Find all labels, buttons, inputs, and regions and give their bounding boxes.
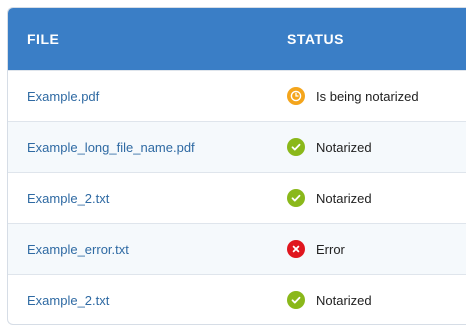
table-row: Example_error.txt Error [8,223,466,274]
file-link[interactable]: Example.pdf [27,89,99,104]
table-row: Example_long_file_name.pdf Notarized [8,121,466,172]
error-icon [287,240,305,258]
status-text: Error [316,241,345,257]
status-text: Notarized [316,292,372,308]
files-table: FILE STATUS Example.pdf Is being notariz… [7,7,466,325]
status-column-header[interactable]: STATUS [268,31,466,47]
status-text: Notarized [316,190,372,206]
file-link[interactable]: Example_long_file_name.pdf [27,140,195,155]
clock-icon [287,87,305,105]
table-row: Example_2.txt Notarized [8,274,466,324]
table-row: Example_2.txt Notarized [8,172,466,223]
check-icon [287,138,305,156]
check-icon [287,291,305,309]
check-icon [287,189,305,207]
table-header: FILE STATUS [8,8,466,70]
table-row: Example.pdf Is being notarized [8,70,466,121]
file-column-header[interactable]: FILE [8,31,268,47]
status-text: Notarized [316,139,372,155]
file-link[interactable]: Example_2.txt [27,191,109,206]
status-text: Is being notarized [316,88,419,104]
file-link[interactable]: Example_2.txt [27,293,109,308]
file-link[interactable]: Example_error.txt [27,242,129,257]
